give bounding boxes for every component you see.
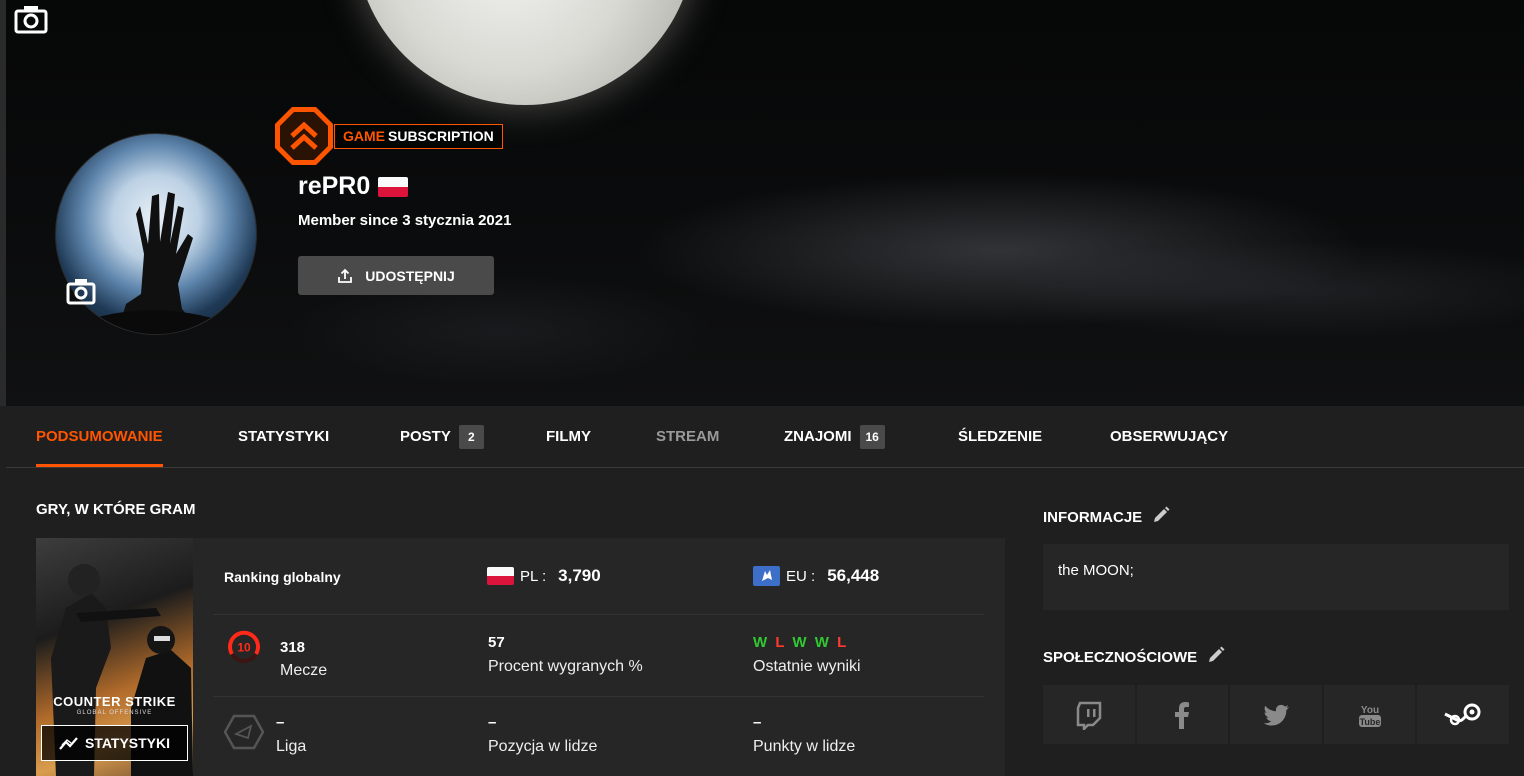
tab-znajomi[interactable]: ZNAJOMI 16 [784, 406, 885, 467]
svg-text:Tube: Tube [1359, 717, 1380, 727]
posts-count-badge: 2 [458, 424, 484, 449]
league-icon [224, 714, 264, 750]
league-position-value: – [488, 714, 497, 731]
cover-game-logo: COUNTER STRIKE [53, 694, 176, 709]
tab-sledzenie[interactable]: ŚLEDZENIE [958, 406, 1042, 467]
youtube-icon: You Tube [1358, 705, 1381, 727]
row-divider [213, 696, 984, 697]
share-button-label: UDOSTĘPNIJ [365, 267, 455, 284]
skill-level-icon: 10 [228, 630, 260, 663]
social-youtube[interactable]: You Tube [1323, 685, 1416, 744]
cover-edge [0, 0, 6, 406]
tab-obserwujacy[interactable]: OBSERWUJĄCY [1110, 406, 1228, 467]
ranking-country-value: 3,790 [558, 566, 601, 585]
info-section-title: INFORMACJE [1043, 506, 1170, 526]
facebook-icon [1175, 701, 1190, 729]
twitter-icon [1263, 704, 1289, 725]
info-box: the MOON; [1043, 544, 1509, 610]
tab-statystyki[interactable]: STATYSTYKI [238, 406, 329, 467]
change-cover-camera-icon[interactable] [14, 4, 48, 34]
share-icon [338, 268, 353, 283]
trend-chart-icon [59, 737, 78, 750]
social-facebook[interactable] [1136, 685, 1229, 744]
social-section-title: SPOŁECZNOŚCIOWE [1043, 646, 1225, 666]
change-avatar-camera-icon[interactable] [66, 277, 96, 305]
recent-results-label: Ostatnie wyniki [753, 658, 861, 675]
edit-pencil-icon[interactable] [1152, 506, 1170, 524]
poland-flag-icon [487, 567, 514, 585]
league-points-value: – [753, 714, 762, 731]
matches-value: 318 [280, 639, 306, 656]
recent-results: W L W W L [753, 634, 849, 651]
winrate-value: 57 [488, 634, 505, 651]
league-value: – [276, 714, 285, 731]
tab-filmy[interactable]: FILMY [546, 406, 591, 467]
games-section-title: GRY, W KTÓRE GRAM [36, 501, 196, 518]
ranking-label: Ranking globalny [224, 569, 341, 585]
social-links: You Tube [1043, 685, 1509, 744]
info-text: the MOON; [1058, 562, 1134, 579]
friends-count-badge: 16 [859, 424, 885, 449]
europe-region-icon [753, 566, 780, 586]
social-steam[interactable] [1417, 685, 1509, 744]
svg-text:You: You [1361, 705, 1379, 716]
ranking-country: PL : 3,790 [487, 566, 601, 586]
twitch-icon [1076, 701, 1102, 730]
social-twitch[interactable] [1043, 685, 1135, 744]
profile-tabs: PODSUMOWANIE STATYSTYKI POSTY 2 FILMY ST… [6, 406, 1524, 468]
nickname-row: rePR0 [298, 172, 409, 201]
member-since: Member since 3 stycznia 2021 [298, 212, 512, 229]
poland-flag-icon [378, 176, 409, 197]
nickname: rePR0 [298, 172, 371, 200]
league-points-label: Punkty w lidze [753, 738, 856, 755]
subscription-label: GAME SUBSCRIPTION [334, 124, 503, 149]
share-button[interactable]: UDOSTĘPNIJ [298, 256, 494, 295]
subscription-badge-icon [275, 107, 333, 165]
matches-label: Mecze [280, 662, 328, 679]
cover-game-subtitle: GLOBAL OFFENSIVE [76, 710, 153, 716]
tab-posty[interactable]: POSTY 2 [400, 406, 484, 467]
row-divider [213, 614, 984, 615]
league-label: Liga [276, 738, 307, 755]
cover-moon [355, 0, 695, 105]
ranking-region-value: 56,448 [827, 566, 880, 585]
game-stats-button[interactable]: STATYSTYKI [41, 725, 188, 761]
skill-level-value: 10 [237, 641, 251, 655]
ranking-region: EU : 56,448 [753, 566, 879, 586]
tab-stream[interactable]: STREAM [656, 406, 719, 467]
league-position-label: Pozycja w lidze [488, 738, 598, 755]
edit-pencil-icon[interactable] [1207, 646, 1225, 664]
steam-icon [1444, 703, 1481, 725]
social-twitter[interactable] [1230, 685, 1322, 744]
tab-podsumowanie[interactable]: PODSUMOWANIE [36, 406, 163, 467]
winrate-label: Procent wygranych % [488, 658, 643, 675]
